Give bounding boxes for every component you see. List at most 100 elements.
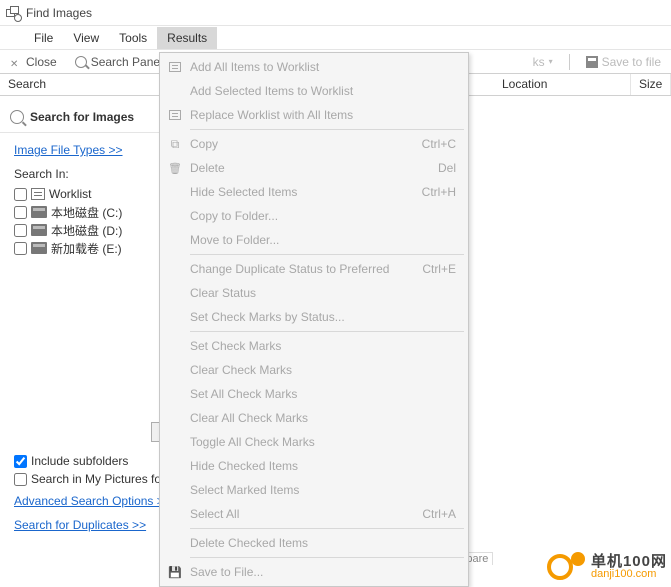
blank-icon bbox=[164, 309, 186, 325]
search-icon bbox=[75, 56, 87, 68]
menu-item-label: Change Duplicate Status to Preferred bbox=[186, 262, 422, 276]
menu-item-label: Select All bbox=[186, 507, 422, 521]
blank-icon bbox=[164, 458, 186, 474]
window-title: Find Images bbox=[26, 6, 92, 20]
menu-item-label: Hide Selected Items bbox=[186, 185, 422, 199]
watermark-line2: danji100.com bbox=[591, 569, 667, 580]
menu-item[interactable]: CopyCtrl+C bbox=[160, 132, 468, 156]
tree-item-label: 本地磁盘 (C:) bbox=[51, 204, 122, 221]
blank-icon bbox=[164, 261, 186, 277]
menu-item[interactable]: Hide Selected ItemsCtrl+H bbox=[160, 180, 468, 204]
menu-item-shortcut: Ctrl+A bbox=[422, 507, 460, 521]
column-search[interactable]: Search bbox=[0, 74, 160, 95]
menu-item[interactable]: Save to File... bbox=[160, 560, 468, 584]
search-mypictures-checkbox[interactable] bbox=[14, 473, 27, 486]
menu-item[interactable]: Clear Status bbox=[160, 281, 468, 305]
blank-icon bbox=[164, 285, 186, 301]
menu-item-label: Add Selected Items to Worklist bbox=[186, 84, 460, 98]
menu-file[interactable]: File bbox=[24, 27, 63, 49]
drive-icon bbox=[31, 242, 47, 254]
tree-checkbox[interactable] bbox=[14, 224, 27, 237]
tree-checkbox[interactable] bbox=[14, 206, 27, 219]
menu-separator bbox=[190, 528, 464, 529]
blank-icon bbox=[164, 386, 186, 402]
menu-item-label: Copy to Folder... bbox=[186, 209, 460, 223]
toolbar-search-pane-button[interactable]: Search Pane bbox=[69, 53, 166, 71]
save-icon bbox=[586, 56, 598, 68]
blank-icon bbox=[164, 208, 186, 224]
menu-item[interactable]: Copy to Folder... bbox=[160, 204, 468, 228]
menu-item[interactable]: Add Selected Items to Worklist bbox=[160, 79, 468, 103]
blank-icon bbox=[164, 506, 186, 522]
menu-item[interactable]: Select AllCtrl+A bbox=[160, 502, 468, 526]
toolbar-close-button[interactable]: Close bbox=[4, 53, 63, 71]
menu-item[interactable]: Set Check Marks bbox=[160, 334, 468, 358]
watermark-icon bbox=[547, 552, 585, 582]
drive-icon bbox=[31, 224, 47, 236]
menu-item[interactable]: Delete Checked Items bbox=[160, 531, 468, 555]
menu-item[interactable]: Add All Items to Worklist bbox=[160, 55, 468, 79]
menu-item[interactable]: Replace Worklist with All Items bbox=[160, 103, 468, 127]
blank-icon bbox=[164, 184, 186, 200]
window-titlebar: Find Images bbox=[0, 0, 671, 26]
menu-separator bbox=[190, 129, 464, 130]
blank-icon bbox=[164, 482, 186, 498]
menu-item-shortcut: Ctrl+E bbox=[422, 262, 460, 276]
column-location[interactable]: Location bbox=[490, 74, 631, 95]
include-subfolders-checkbox[interactable] bbox=[14, 455, 27, 468]
tree-checkbox[interactable] bbox=[14, 188, 27, 201]
menu-results[interactable]: Results bbox=[157, 27, 217, 49]
toolbar-separator bbox=[569, 54, 570, 70]
menu-item[interactable]: Hide Checked Items bbox=[160, 454, 468, 478]
tree-item-label: 本地磁盘 (D:) bbox=[51, 222, 122, 239]
menu-item[interactable]: Toggle All Check Marks bbox=[160, 430, 468, 454]
toolbar-save-label: Save to file bbox=[602, 55, 661, 69]
menu-tools[interactable]: Tools bbox=[109, 27, 157, 49]
tree-item-label: Worklist bbox=[49, 187, 91, 201]
menu-separator bbox=[190, 331, 464, 332]
disk-icon bbox=[164, 564, 186, 580]
menu-item[interactable]: DeleteDel bbox=[160, 156, 468, 180]
toolbar-marks-fragment: ks bbox=[533, 55, 545, 69]
menu-item[interactable]: Select Marked Items bbox=[160, 478, 468, 502]
blank-icon bbox=[164, 434, 186, 450]
tree-checkbox[interactable] bbox=[14, 242, 27, 255]
menu-item[interactable]: Set All Check Marks bbox=[160, 382, 468, 406]
menu-item-label: Toggle All Check Marks bbox=[186, 435, 460, 449]
toolbar-save-button[interactable]: Save to file bbox=[580, 53, 667, 71]
blank-icon bbox=[164, 535, 186, 551]
menu-item-label: Clear Check Marks bbox=[186, 363, 460, 377]
results-dropdown-menu: Add All Items to Worklist Add Selected It… bbox=[159, 52, 469, 587]
blank-icon bbox=[164, 83, 186, 99]
menu-item[interactable]: Set Check Marks by Status... bbox=[160, 305, 468, 329]
menu-item-label: Clear All Check Marks bbox=[186, 411, 460, 425]
worklist-icon bbox=[31, 188, 45, 200]
menu-item[interactable]: Change Duplicate Status to PreferredCtrl… bbox=[160, 257, 468, 281]
image-file-types-link[interactable]: Image File Types >> bbox=[0, 141, 137, 159]
menu-item[interactable]: Move to Folder... bbox=[160, 228, 468, 252]
trash-icon bbox=[164, 160, 186, 176]
menu-item-label: Set Check Marks bbox=[186, 339, 460, 353]
blank-icon bbox=[164, 232, 186, 248]
menu-item[interactable]: Clear Check Marks bbox=[160, 358, 468, 382]
drive-icon bbox=[31, 206, 47, 218]
menu-item-label: Set All Check Marks bbox=[186, 387, 460, 401]
menu-view[interactable]: View bbox=[63, 27, 109, 49]
column-size[interactable]: Size bbox=[631, 74, 671, 95]
wl-icon bbox=[164, 107, 186, 123]
close-icon bbox=[10, 56, 22, 68]
menu-item-label: Add All Items to Worklist bbox=[186, 60, 460, 74]
menu-item[interactable]: Clear All Check Marks bbox=[160, 406, 468, 430]
toolbar-close-label: Close bbox=[26, 55, 57, 69]
watermark: 单机100网 danji100.com bbox=[547, 552, 667, 582]
menu-item-label: Set Check Marks by Status... bbox=[186, 310, 460, 324]
toolbar-marks-button[interactable]: ks ▾ bbox=[527, 53, 559, 71]
tree-item-label: 新加载卷 (E:) bbox=[51, 240, 122, 257]
blank-icon bbox=[164, 338, 186, 354]
app-icon bbox=[6, 6, 20, 20]
wl-icon bbox=[164, 59, 186, 75]
blank-icon bbox=[164, 362, 186, 378]
menu-item-label: Delete Checked Items bbox=[186, 536, 460, 550]
toolbar-search-pane-label: Search Pane bbox=[91, 55, 160, 69]
menu-item-label: Replace Worklist with All Items bbox=[186, 108, 460, 122]
